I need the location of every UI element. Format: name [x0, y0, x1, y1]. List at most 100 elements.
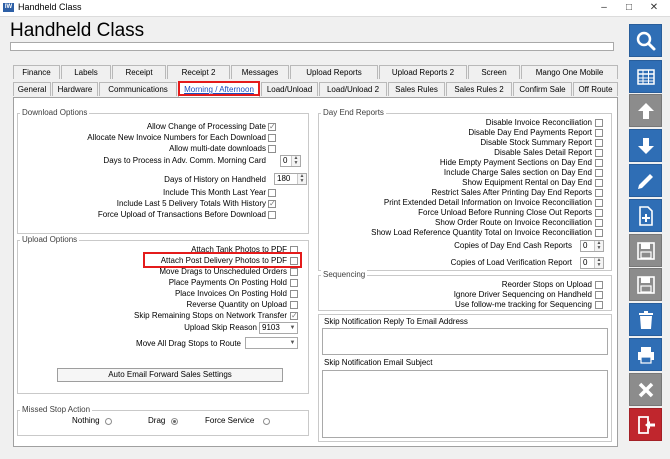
page-title: Handheld Class: [10, 20, 145, 41]
force-service-radio[interactable]: [263, 418, 270, 425]
selected-tab-highlight: [178, 81, 260, 96]
search-icon: [636, 31, 656, 51]
dayend-checkbox-5[interactable]: [595, 169, 603, 177]
attach-post-highlight: [143, 252, 302, 268]
dayend-checkbox-0[interactable]: [595, 119, 603, 127]
dayend-checkbox-6[interactable]: [595, 179, 603, 187]
tab-labels[interactable]: Labels: [61, 65, 111, 79]
print-icon: [638, 347, 654, 364]
ignore-sequencing-checkbox[interactable]: [595, 291, 603, 299]
tab-communications[interactable]: Communications: [99, 82, 177, 96]
allocate-invoice-checkbox[interactable]: [268, 134, 276, 142]
tab-upload-reports-2[interactable]: Upload Reports 2: [379, 65, 467, 79]
allow-change-date-label: Allow Change of Processing Date: [146, 122, 266, 131]
include-month-checkbox[interactable]: [268, 189, 276, 197]
drag-radio[interactable]: [171, 418, 178, 425]
day-end-reports-legend: Day End Reports: [321, 108, 386, 118]
copies-cash-value: 0: [583, 241, 588, 250]
save-copy-button[interactable]: [629, 234, 662, 267]
days-history-spinner[interactable]: 180 ▲ ▼: [274, 173, 307, 185]
tab-confirm-sale[interactable]: Confirm Sale: [513, 82, 572, 96]
move-drag-stops-select[interactable]: ▼: [245, 337, 298, 349]
delete-button[interactable]: [629, 303, 662, 336]
include-month-label: Include This Month Last Year: [162, 188, 266, 197]
move-drag-stops-label: Move All Drag Stops to Route: [136, 339, 241, 348]
allow-multi-date-checkbox[interactable]: [268, 145, 276, 153]
tab-mango-one-mobile[interactable]: Mango One Mobile: [521, 65, 618, 79]
tab-sales-rules[interactable]: Sales Rules: [388, 82, 445, 96]
print-button[interactable]: [629, 338, 662, 371]
tab-load-unload-2[interactable]: Load/Unload 2: [319, 82, 387, 96]
skip-remaining-checkbox[interactable]: ✓: [290, 312, 298, 320]
allow-multi-date-label: Allow multi-date downloads: [169, 144, 266, 153]
spin-arrows-icon[interactable]: ▲ ▼: [291, 156, 300, 166]
tab-off-route[interactable]: Off Route: [573, 82, 618, 96]
tab-hardware[interactable]: Hardware: [52, 82, 98, 96]
spin-arrows-icon[interactable]: ▲ ▼: [594, 258, 603, 268]
nothing-radio[interactable]: [105, 418, 112, 425]
window-title: Handheld Class: [18, 2, 82, 12]
move-down-button[interactable]: [629, 129, 662, 162]
dayend-checkbox-1[interactable]: [595, 129, 603, 137]
dayend-checkbox-8[interactable]: [595, 199, 603, 207]
skip-remaining-label: Skip Remaining Stops on Network Transfer: [134, 311, 287, 320]
dayend-checkbox-7[interactable]: [595, 189, 603, 197]
skip-reply-email-input[interactable]: [322, 328, 608, 355]
new-record-button[interactable]: [629, 199, 662, 232]
exit-button[interactable]: [629, 408, 662, 441]
tab-sales-rules-2[interactable]: Sales Rules 2: [446, 82, 512, 96]
dayend-checkbox-3[interactable]: [595, 149, 603, 157]
skip-email-subject-label: Skip Notification Email Subject: [324, 358, 433, 367]
search-button[interactable]: [629, 24, 662, 57]
days-history-value: 180: [277, 174, 291, 183]
missed-stop-legend: Missed Stop Action: [20, 405, 93, 415]
minimize-button[interactable]: –: [594, 2, 614, 14]
cancel-button[interactable]: [629, 373, 662, 406]
dayend-checkbox-10[interactable]: [595, 219, 603, 227]
move-up-button[interactable]: [629, 94, 662, 127]
days-adv-spinner[interactable]: 0 ▲ ▼: [280, 155, 301, 167]
move-drags-checkbox[interactable]: [290, 268, 298, 276]
edit-button[interactable]: [629, 164, 662, 197]
dayend-label-3: Disable Sales Detail Report: [494, 148, 592, 157]
place-invoices-label: Place Invoices On Posting Hold: [174, 289, 287, 298]
dayend-checkbox-4[interactable]: [595, 159, 603, 167]
dayend-checkbox-9[interactable]: [595, 209, 603, 217]
grid-view-button[interactable]: [629, 60, 662, 93]
chevron-down-icon: ▼: [289, 325, 296, 331]
save-icon: [637, 276, 655, 294]
maximize-button[interactable]: □: [619, 2, 639, 14]
tab-load-unload[interactable]: Load/Unload: [261, 82, 318, 96]
tab-receipt-2[interactable]: Receipt 2: [167, 65, 230, 79]
reverse-qty-checkbox[interactable]: [290, 301, 298, 309]
days-adv-label: Days to Process in Adv. Comm. Morning Ca…: [103, 156, 266, 165]
skip-email-subject-input[interactable]: [322, 370, 608, 438]
tab-messages[interactable]: Messages: [231, 65, 289, 79]
place-invoices-checkbox[interactable]: [290, 290, 298, 298]
auto-email-forward-button[interactable]: Auto Email Forward Sales Settings: [57, 368, 283, 382]
place-payments-checkbox[interactable]: [290, 279, 298, 287]
copies-load-spinner[interactable]: 0 ▲ ▼: [580, 257, 604, 269]
dayend-checkbox-2[interactable]: [595, 139, 603, 147]
save-button[interactable]: [629, 268, 662, 301]
spin-arrows-icon[interactable]: ▲ ▼: [594, 241, 603, 251]
spin-arrows-icon[interactable]: ▲ ▼: [297, 174, 306, 184]
tab-finance[interactable]: Finance: [13, 65, 60, 79]
copies-cash-spinner[interactable]: 0 ▲ ▼: [580, 240, 604, 252]
reorder-stops-checkbox[interactable]: [595, 281, 603, 289]
grid-icon: [637, 69, 655, 85]
skip-reason-select[interactable]: 9103 ▼: [259, 322, 298, 334]
follow-me-checkbox[interactable]: [595, 301, 603, 309]
force-upload-checkbox[interactable]: [268, 211, 276, 219]
allow-change-date-checkbox[interactable]: ✓: [268, 123, 276, 131]
tab-receipt[interactable]: Receipt: [112, 65, 166, 79]
reverse-qty-label: Reverse Quantity on Upload: [186, 300, 288, 309]
tab-screen[interactable]: Screen: [468, 65, 520, 79]
tab-general[interactable]: General: [13, 82, 51, 96]
tab-upload-reports[interactable]: Upload Reports: [290, 65, 378, 79]
close-window-button[interactable]: ✕: [644, 2, 664, 14]
skip-reply-email-label: Skip Notification Reply To Email Address: [324, 317, 468, 326]
include-last5-checkbox[interactable]: ✓: [268, 200, 276, 208]
dayend-checkbox-11[interactable]: [595, 229, 603, 237]
skip-reason-label: Upload Skip Reason: [184, 323, 257, 332]
